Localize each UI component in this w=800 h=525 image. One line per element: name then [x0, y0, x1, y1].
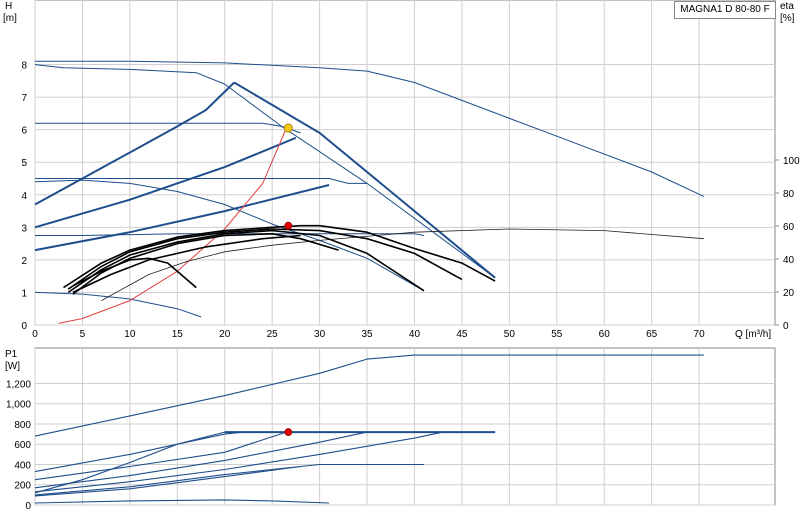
power-axis-unit: [W] — [5, 361, 20, 372]
x-tick-label: 30 — [314, 329, 326, 340]
y-axis-unit: [m] — [3, 13, 17, 24]
power-duty-point-marker — [284, 428, 293, 436]
x-axis-label: Q [m³/h] — [735, 329, 771, 340]
x-tick-label: 60 — [599, 329, 611, 340]
intersection-marker — [283, 123, 293, 133]
y-tick-label: 200 — [14, 481, 31, 492]
model-label: MAGNA1 D 80-80 F — [674, 1, 776, 19]
x-tick-label: 65 — [646, 329, 658, 340]
y-tick-label: 0 — [21, 321, 27, 332]
y2-tick-label: 60 — [783, 222, 795, 233]
x-tick-label: 5 — [80, 329, 86, 340]
y-tick-label: 8 — [21, 61, 27, 72]
x-tick-label: 35 — [361, 329, 373, 340]
plot-area-power — [34, 347, 776, 506]
duty-point-marker — [284, 221, 293, 230]
y2-tick-label: 80 — [783, 189, 795, 200]
x-tick-label: 70 — [694, 329, 706, 340]
x-tick-label: 40 — [409, 329, 421, 340]
y-tick-label: 4 — [21, 191, 27, 202]
x-tick-label: 20 — [219, 329, 231, 340]
x-tick-label: 10 — [124, 329, 136, 340]
y-tick-label: 2 — [21, 256, 27, 267]
y2-tick-label: 40 — [783, 255, 795, 266]
y2-axis-unit: [%] — [780, 13, 795, 24]
pump-curve-chart: MAGNA1 D 80-80 F 0 5 10 15 20 25 30 35 40 45 50 55 6… — [0, 0, 800, 520]
x-tick-label: 50 — [504, 329, 516, 340]
y2-axis-name: eta — [780, 1, 794, 12]
power-axis-name: P1 — [5, 349, 18, 360]
x-tick-label: 25 — [267, 329, 279, 340]
y-tick-label: 6 — [21, 126, 27, 137]
y-tick-label: 5 — [21, 158, 27, 169]
y2-tick-label: 100 — [783, 156, 800, 167]
x-tick-label: 0 — [32, 329, 38, 340]
y2-tick-label: 20 — [783, 288, 795, 299]
x-tick-label: 55 — [551, 329, 563, 340]
y-tick-label: 1,200 — [6, 379, 31, 390]
y-tick-label: 7 — [21, 93, 27, 104]
y2-tick-label: 0 — [783, 321, 789, 332]
chart-canvas: 0 5 10 15 20 25 30 35 40 45 50 55 60 65 70012345678020… — [3, 0, 800, 512]
x-tick-label: 15 — [172, 329, 184, 340]
y-tick-label: 1,000 — [6, 400, 31, 411]
x-tick-label: 45 — [456, 329, 468, 340]
y-axis-name: H — [5, 1, 12, 12]
y-tick-label: 3 — [21, 223, 27, 234]
y-tick-label: 400 — [14, 460, 31, 471]
y-tick-label: 1 — [21, 288, 27, 299]
y-tick-label: 800 — [14, 420, 31, 431]
y-tick-label: 600 — [14, 440, 31, 451]
y-tick-label: 0 — [25, 501, 31, 512]
